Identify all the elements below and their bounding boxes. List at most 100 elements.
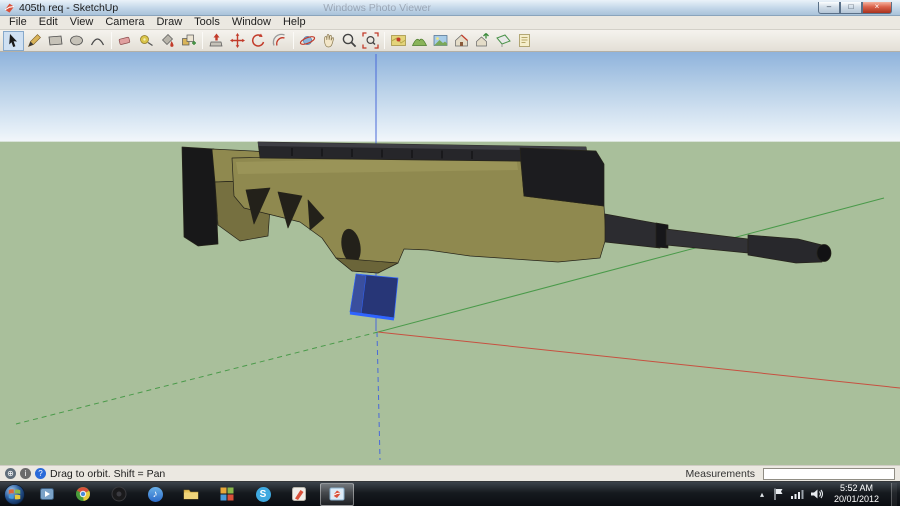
taskbar-itunes[interactable]: ♪ <box>140 483 170 506</box>
get-models-tool-button[interactable] <box>451 31 472 51</box>
send-to-layout-tool-button[interactable] <box>514 31 535 51</box>
zoom-tool-button[interactable] <box>339 31 360 51</box>
eraser-tool-button[interactable] <box>115 31 136 51</box>
share-model-tool-button[interactable] <box>472 31 493 51</box>
tape-measure-icon <box>140 35 153 46</box>
system-tray: ▴ 5:52 AM 20/01/2012 <box>758 482 897 506</box>
sketchup-window: 405th req - SketchUp Windows Photo Viewe… <box>0 0 900 506</box>
start-orb[interactable] <box>3 483 26 506</box>
dark-disc-icon <box>111 486 127 502</box>
toolbar-separator <box>293 32 294 49</box>
taskbar-sketchup-active[interactable] <box>320 482 354 506</box>
menu-bar: File Edit View Camera Draw Tools Window … <box>0 16 900 30</box>
zoom-extents-icon <box>362 32 379 49</box>
taskbar-skype[interactable]: S <box>248 483 278 506</box>
taskbar-explorer[interactable] <box>176 483 206 506</box>
taskbar-music-app[interactable] <box>104 483 134 506</box>
select-tool-button[interactable] <box>3 30 24 51</box>
clock-time: 5:52 AM <box>839 483 873 494</box>
menu-draw[interactable]: Draw <box>150 16 188 29</box>
close-button[interactable]: × <box>862 1 892 14</box>
make-component-icon <box>182 34 196 46</box>
windows-taskbar: ♪ S ▴ 5:52 AM 20/01/2012 <box>0 481 900 506</box>
paint-bucket-icon <box>162 34 174 47</box>
measurements-input[interactable] <box>763 467 895 480</box>
viewport-canvas <box>15 54 900 461</box>
rotate-icon <box>251 33 265 47</box>
share-model-icon <box>476 33 489 47</box>
section-plane-tool-button[interactable] <box>493 31 514 51</box>
layout-page-icon <box>519 34 530 47</box>
folder-icon <box>183 489 199 500</box>
menu-tools[interactable]: Tools <box>188 16 226 29</box>
pan-tool-button[interactable] <box>318 31 339 51</box>
taskbar-photo-editor[interactable] <box>284 483 314 506</box>
push-pull-tool-button[interactable] <box>206 31 227 51</box>
geo-location-icon[interactable]: ⊕ <box>5 468 16 479</box>
terrain-icon <box>411 38 428 46</box>
maximize-button[interactable]: □ <box>840 1 862 14</box>
offset-tool-button[interactable] <box>269 31 290 51</box>
line-tool-button[interactable] <box>24 31 45 51</box>
status-bar: ⊕ i ? Drag to orbit. Shift = Pan Measure… <box>0 465 900 481</box>
rifle-model[interactable] <box>181 141 832 321</box>
action-center-flag-icon[interactable] <box>772 487 784 501</box>
taskbar-media-player[interactable] <box>32 483 62 506</box>
rifle-muzzle-tip <box>816 244 832 262</box>
circle-icon <box>70 35 83 46</box>
minimize-button[interactable]: – <box>818 1 840 14</box>
select-arrow-icon <box>9 34 17 47</box>
window-title: 405th req - SketchUp <box>19 1 119 14</box>
rifle-receiver-block <box>519 147 605 207</box>
taskbar-clock[interactable]: 5:52 AM 20/01/2012 <box>830 483 885 505</box>
rectangle-icon <box>48 35 63 46</box>
add-location-tool-button[interactable] <box>388 31 409 51</box>
rectangle-tool-button[interactable] <box>45 31 66 51</box>
menu-help[interactable]: Help <box>277 16 312 29</box>
arc-tool-button[interactable] <box>87 31 108 51</box>
paint-bucket-tool-button[interactable] <box>157 31 178 51</box>
title-bar[interactable]: 405th req - SketchUp Windows Photo Viewe… <box>0 0 900 16</box>
hidden-icons-chevron[interactable]: ▴ <box>758 490 766 499</box>
orbit-icon <box>299 36 316 45</box>
move-icon <box>230 33 245 48</box>
menu-window[interactable]: Window <box>226 16 277 29</box>
move-tool-button[interactable] <box>227 31 248 51</box>
toolbar-separator <box>111 32 112 49</box>
modeling-viewport[interactable] <box>0 52 900 465</box>
make-component-tool-button[interactable] <box>178 31 199 51</box>
credits-icon[interactable]: i <box>20 468 31 479</box>
help-icon[interactable]: ? <box>35 468 46 479</box>
circle-tool-button[interactable] <box>66 31 87 51</box>
menu-camera[interactable]: Camera <box>99 16 150 29</box>
taskbar-grid-app[interactable] <box>212 483 242 506</box>
photo-editor-icon <box>292 487 306 501</box>
menu-view[interactable]: View <box>64 16 100 29</box>
chrome-icon <box>76 487 90 501</box>
show-desktop-button[interactable] <box>891 482 897 506</box>
itunes-icon: ♪ <box>147 486 163 502</box>
menu-edit[interactable]: Edit <box>33 16 64 29</box>
clock-date: 20/01/2012 <box>833 494 879 504</box>
rifle-butt-pad <box>181 146 219 247</box>
volume-icon[interactable] <box>810 488 824 500</box>
menu-file[interactable]: File <box>3 16 33 29</box>
toggle-terrain-tool-button[interactable] <box>409 31 430 51</box>
eraser-icon <box>118 36 131 45</box>
sketchup-window-icon <box>329 487 345 501</box>
network-icon[interactable] <box>790 488 804 500</box>
toolbar-separator <box>202 32 203 49</box>
getting-started-toolbar <box>0 30 900 52</box>
add-location-icon <box>391 35 406 46</box>
rotate-tool-button[interactable] <box>248 31 269 51</box>
rifle-barrel-base <box>604 213 661 249</box>
orbit-tool-button[interactable] <box>297 31 318 51</box>
zoom-extents-tool-button[interactable] <box>360 31 381 51</box>
background-window-title: Windows Photo Viewer <box>323 1 432 14</box>
taskbar-chrome[interactable] <box>68 483 98 506</box>
tape-measure-tool-button[interactable] <box>136 31 157 51</box>
photo-textures-tool-button[interactable] <box>430 31 451 51</box>
pan-hand-icon <box>324 34 335 48</box>
color-grid-icon <box>220 487 234 501</box>
media-player-icon <box>40 488 54 500</box>
